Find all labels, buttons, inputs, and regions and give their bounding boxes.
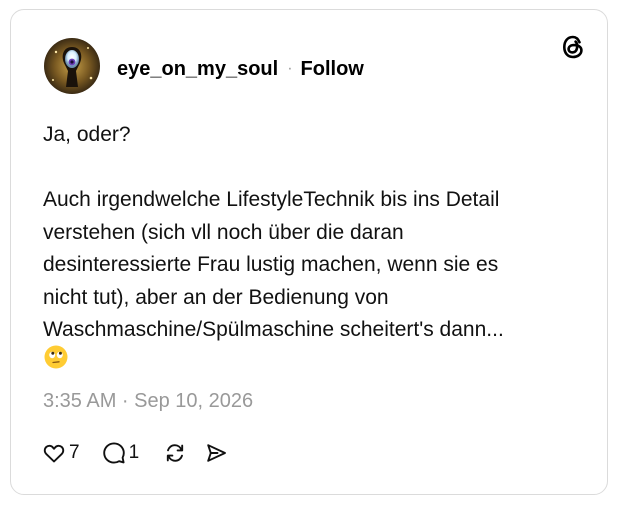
reply-count: 1 — [128, 442, 140, 463]
follow-button[interactable]: Follow — [301, 58, 364, 81]
speech-bubble-icon — [102, 441, 126, 465]
action-bar: 7 1 — [42, 439, 228, 467]
send-icon — [204, 441, 228, 465]
username[interactable]: eye_on_my_soul — [117, 58, 278, 81]
reply-button[interactable]: 1 — [102, 441, 140, 465]
timestamp[interactable]: 3:35 AM · Sep 10, 2026 — [43, 390, 253, 413]
repost-icon — [163, 441, 187, 465]
post-header: eye_on_my_soul · Follow — [117, 56, 364, 82]
threads-logo-icon[interactable] — [559, 33, 587, 61]
repost-button[interactable] — [163, 441, 187, 465]
post-body: Ja, oder? Auch irgendwelche LifestyleTec… — [43, 123, 504, 341]
avatar[interactable] — [44, 38, 100, 94]
heart-icon — [42, 441, 66, 465]
face-with-rolling-eyes-emoji — [44, 345, 68, 369]
like-button[interactable]: 7 — [42, 441, 80, 465]
separator-dot: · — [287, 60, 293, 77]
share-button[interactable] — [204, 441, 228, 465]
avatar-image — [44, 38, 100, 94]
like-count: 7 — [69, 442, 80, 463]
post-card: eye_on_my_soul · Follow Ja, oder? Auch i… — [10, 9, 608, 495]
